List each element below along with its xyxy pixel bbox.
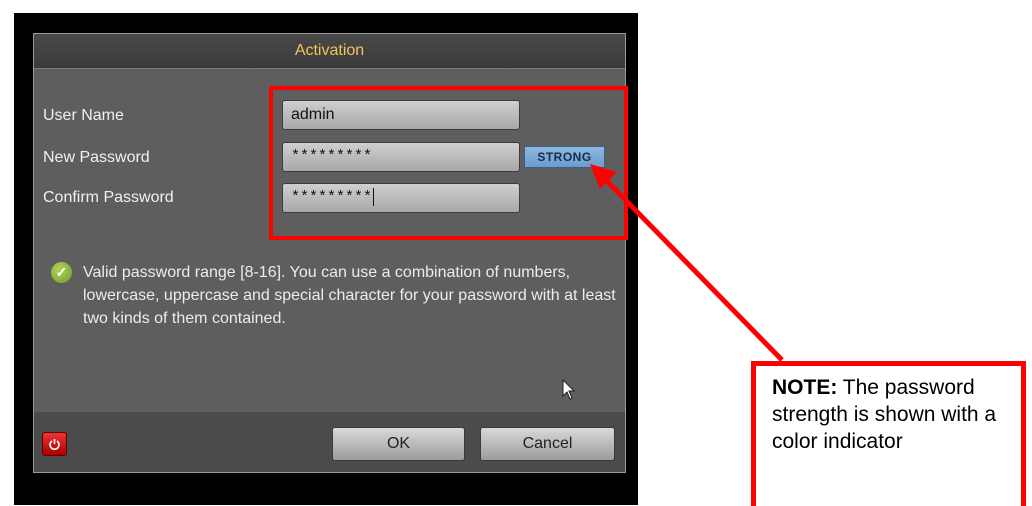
note-label: NOTE:	[772, 376, 838, 399]
note-box: NOTE: The password strength is shown wit…	[751, 361, 1026, 506]
